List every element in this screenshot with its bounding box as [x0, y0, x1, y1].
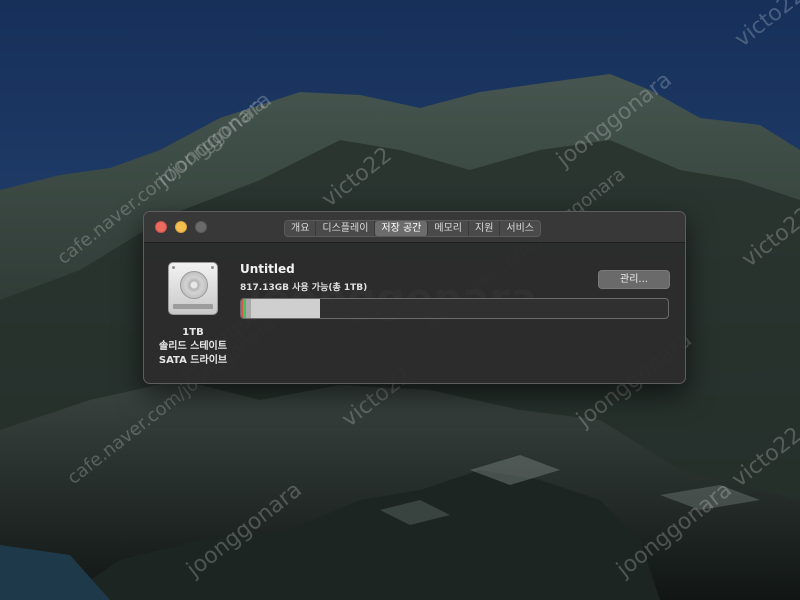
volume-name: Untitled [240, 262, 295, 276]
storage-segment-system-data [251, 299, 320, 318]
zoom-button [195, 221, 207, 233]
disk-type-line2: SATA 드라이브 [158, 355, 228, 366]
tab-service[interactable]: 서비스 [500, 221, 540, 236]
volume-available-space: 817.13GB 사용 가능(총 1TB) [240, 283, 368, 293]
minimize-button[interactable] [175, 221, 187, 233]
manage-button[interactable]: 관리... [598, 270, 670, 289]
tab-bar: 개요 디스플레이 저장 공간 메모리 지원 서비스 [284, 220, 542, 237]
window-titlebar[interactable]: 개요 디스플레이 저장 공간 메모리 지원 서비스 [144, 212, 685, 243]
tab-displays[interactable]: 디스플레이 [316, 221, 376, 236]
storage-usage-bar [240, 298, 669, 319]
hard-drive-icon [168, 262, 218, 315]
disk-description: 1TB 솔리드 스테이트 SATA 드라이브 [150, 326, 236, 368]
about-this-mac-window: 개요 디스플레이 저장 공간 메모리 지원 서비스 1TB 솔리드 스테이트 S… [143, 211, 686, 384]
tab-overview[interactable]: 개요 [285, 221, 317, 236]
tab-memory[interactable]: 메모리 [428, 221, 469, 236]
disk-type-line1: 솔리드 스테이트 [159, 341, 227, 352]
tab-storage[interactable]: 저장 공간 [375, 221, 429, 236]
close-button[interactable] [155, 221, 167, 233]
tab-support[interactable]: 지원 [469, 221, 501, 236]
disk-capacity: 1TB [182, 327, 204, 338]
